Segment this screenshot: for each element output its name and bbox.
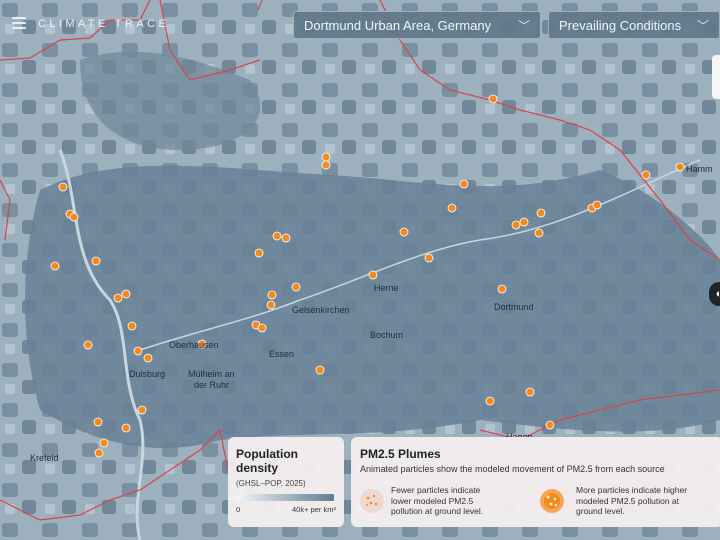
emission-source-marker[interactable] [137, 405, 147, 415]
emission-source-marker[interactable] [127, 321, 137, 331]
emission-source-marker[interactable] [121, 289, 131, 299]
emission-source-marker[interactable] [254, 248, 264, 258]
place-label: Essen [269, 349, 294, 359]
emission-source-marker[interactable] [91, 256, 101, 266]
population-legend-subtitle: (GHSL–POP, 2025) [236, 479, 306, 488]
emission-source-marker[interactable] [267, 290, 277, 300]
plumes-legend: PM2.5 Plumes Animated particles show the… [351, 437, 720, 527]
emission-source-marker[interactable] [281, 233, 291, 243]
emission-source-marker[interactable] [93, 417, 103, 427]
emission-source-marker[interactable] [497, 284, 507, 294]
emission-source-marker[interactable] [488, 94, 498, 104]
emission-source-marker[interactable] [485, 396, 495, 406]
emission-source-marker[interactable] [266, 300, 276, 310]
emission-source-marker[interactable] [592, 200, 602, 210]
emission-source-marker[interactable] [536, 208, 546, 218]
emission-source-marker[interactable] [641, 170, 651, 180]
emission-source-marker[interactable] [424, 253, 434, 263]
chevron-down-icon: ﹀ [696, 19, 709, 33]
legend-line: modeled PM2.5 pollution at [576, 495, 680, 506]
legend-line: pollution at ground level. [391, 506, 484, 516]
emission-source-marker[interactable] [447, 203, 457, 213]
place-label: Gelsenkirchen [292, 305, 350, 315]
place-label: Bochum [370, 330, 403, 340]
app-logo: CLIMATE TRACE [38, 18, 170, 30]
sparse-particles-text: Fewer particles indicate lower modeled P… [391, 485, 483, 517]
population-legend-title: Population density [236, 447, 298, 475]
legend-line: Fewer particles indicate [391, 485, 481, 495]
emission-source-marker[interactable] [69, 212, 79, 222]
emission-source-marker[interactable] [272, 231, 282, 241]
legend-line: lower modeled PM2.5 [391, 495, 474, 506]
emission-source-marker[interactable] [511, 220, 521, 230]
menu-icon[interactable] [12, 17, 26, 29]
emission-source-marker[interactable] [133, 346, 143, 356]
emission-source-marker[interactable] [143, 353, 153, 363]
place-label: Herne [374, 283, 399, 293]
place-label: Hamm [686, 164, 713, 174]
emission-source-marker[interactable] [675, 162, 685, 172]
emission-source-marker[interactable] [534, 228, 544, 238]
emission-source-marker[interactable] [399, 227, 409, 237]
dense-particles-icon [540, 489, 564, 513]
layer-select-value: Prevailing Conditions [559, 18, 682, 33]
layer-select[interactable]: Prevailing Conditions ﹀ [548, 11, 720, 39]
place-label: Dortmund [494, 302, 534, 312]
legend-line: More particles indicate higher [576, 485, 688, 495]
sparse-particles-icon [360, 489, 384, 513]
density-scale: 0 40k+ per km² [236, 505, 336, 515]
emission-source-marker[interactable] [321, 160, 331, 170]
dense-particles-text: More particles indicate higher modeled P… [576, 485, 687, 517]
region-select-value: Dortmund Urban Area, Germany [304, 18, 492, 33]
emission-source-marker[interactable] [545, 420, 555, 430]
emission-source-marker[interactable] [519, 217, 529, 227]
population-legend: Population density (GHSL–POP, 2025) 0 40… [228, 437, 344, 527]
emission-source-marker[interactable] [257, 323, 267, 333]
emission-source-marker[interactable] [121, 423, 131, 433]
legend-line: ground level. [576, 506, 625, 516]
plumes-legend-description: Animated particles show the modeled move… [360, 464, 665, 474]
emission-source-marker[interactable] [99, 438, 109, 448]
chevron-down-icon: ﹀ [517, 19, 530, 33]
place-label: Krefeld [30, 453, 59, 463]
emission-source-marker[interactable] [459, 179, 469, 189]
place-label: der Ruhr [194, 380, 229, 390]
place-label: Oberhausen [169, 340, 219, 350]
emission-source-marker[interactable] [291, 282, 301, 292]
emission-source-marker[interactable] [50, 261, 60, 271]
top-bar: CLIMATE TRACE Dortmund Urban Area, Germa… [0, 0, 720, 50]
zoom-controls[interactable] [712, 55, 720, 99]
emission-source-marker[interactable] [315, 365, 325, 375]
emission-source-marker[interactable] [94, 448, 104, 458]
place-label: Mülheim an [188, 369, 235, 379]
emission-source-marker[interactable] [83, 340, 93, 350]
emission-source-marker[interactable] [321, 152, 331, 162]
place-label: Duisburg [129, 369, 165, 379]
density-gradient [236, 494, 334, 501]
region-select[interactable]: Dortmund Urban Area, Germany ﹀ [293, 11, 541, 39]
plumes-legend-title: PM2.5 Plumes [360, 447, 441, 461]
emission-source-marker[interactable] [113, 293, 123, 303]
emission-source-marker[interactable] [525, 387, 535, 397]
emission-source-marker[interactable] [368, 270, 378, 280]
emission-source-marker[interactable] [58, 182, 68, 192]
layers-toggle-icon[interactable]: ◐ [709, 282, 720, 306]
scale-max: 40k+ per km² [292, 505, 336, 514]
scale-min: 0 [236, 505, 241, 514]
